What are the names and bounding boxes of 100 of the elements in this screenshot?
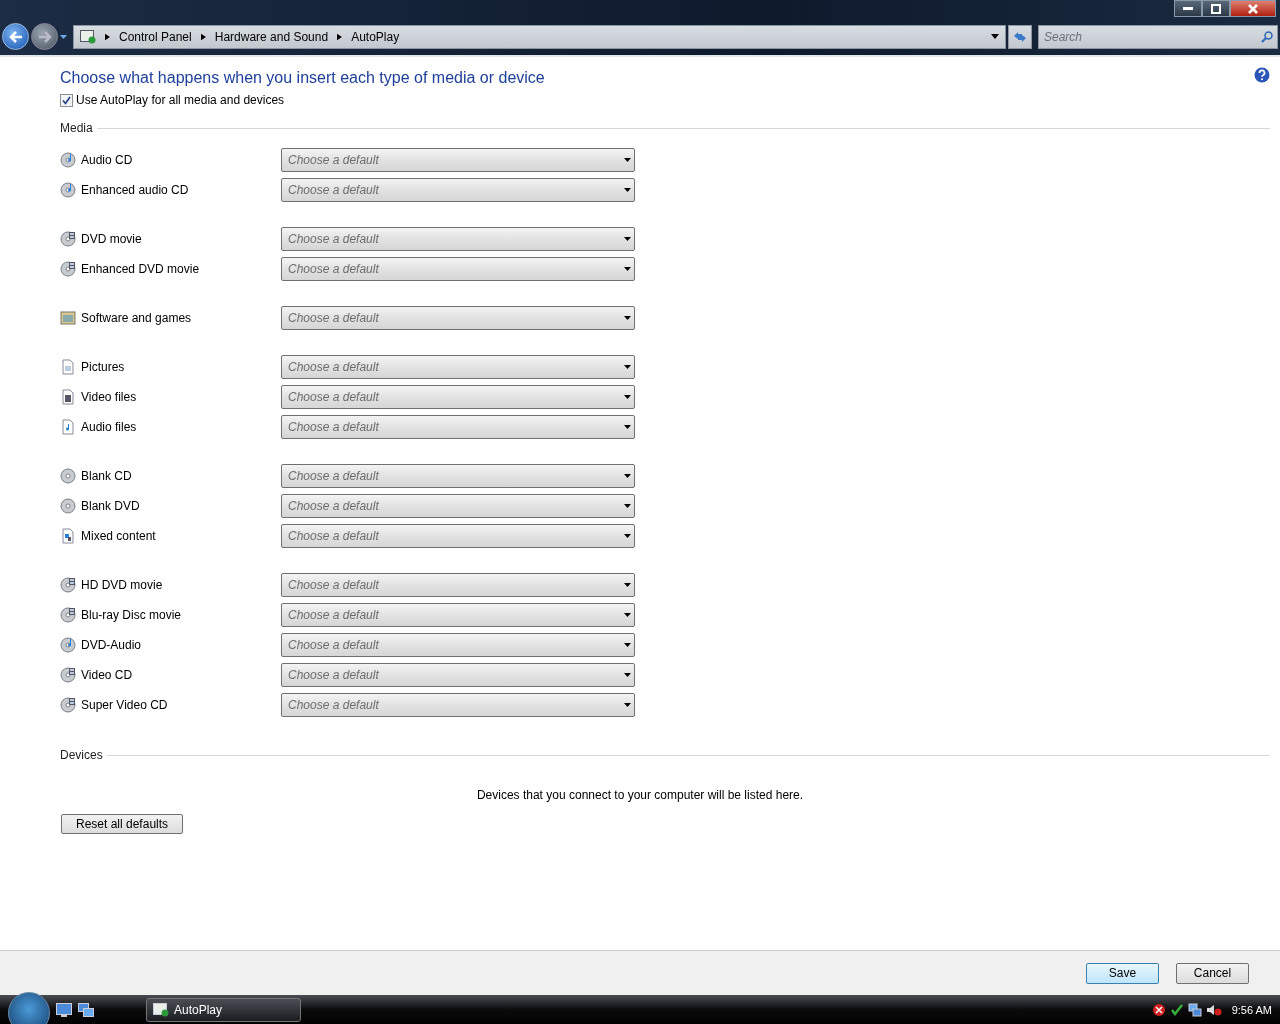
checkbox-label[interactable]: Use AutoPlay for all media and devices (76, 93, 285, 107)
network-icon[interactable] (1187, 1002, 1202, 1017)
address-bar[interactable]: Control Panel Hardware and Sound AutoPlay (73, 24, 1006, 49)
autoplay-icon (153, 1002, 169, 1017)
media-label: DVD movie (81, 232, 142, 246)
media-label: Video CD (81, 668, 133, 682)
devices-message: Devices that you connect to your computer will be listed here. (476, 788, 804, 802)
security-icon[interactable] (1151, 1002, 1166, 1017)
film-disc-icon (60, 697, 76, 713)
software-icon (60, 310, 76, 326)
help-icon[interactable] (1254, 67, 1270, 83)
music-disc-icon (60, 152, 76, 168)
caret-icon (624, 425, 631, 429)
media-label: HD DVD movie (81, 578, 163, 592)
default-dropdown[interactable]: Choose a default (281, 178, 635, 202)
caret-icon (624, 504, 631, 508)
caret-icon (624, 613, 631, 617)
default-dropdown[interactable]: Choose a default (281, 603, 635, 627)
default-dropdown[interactable]: Choose a default (281, 693, 635, 717)
desktop-icon[interactable] (56, 1002, 72, 1017)
forward-arrow-icon (37, 30, 52, 43)
film-disc-icon (60, 607, 76, 623)
chevron-icon (337, 32, 343, 41)
default-dropdown[interactable]: Choose a default (281, 663, 635, 687)
music-disc-icon (60, 637, 76, 653)
film-disc-icon (60, 231, 76, 247)
film-disc-icon (60, 261, 76, 277)
default-dropdown[interactable]: Choose a default (281, 227, 635, 251)
footer-button[interactable]: Save (1086, 962, 1159, 984)
check-icon[interactable] (1169, 1002, 1184, 1017)
default-dropdown[interactable]: Choose a default (281, 494, 635, 518)
checkmark-icon (62, 95, 71, 105)
default-dropdown[interactable]: Choose a default (281, 355, 635, 379)
media-label: Enhanced DVD movie (81, 262, 200, 276)
mixed-file-icon (60, 528, 76, 544)
chevron-icon (105, 32, 110, 41)
back-arrow-icon (8, 30, 23, 43)
caret-icon (624, 188, 631, 192)
back-button[interactable] (2, 23, 29, 50)
media-label: Audio files (81, 420, 137, 434)
caret-icon (624, 534, 631, 538)
checkbox[interactable] (60, 93, 73, 107)
default-dropdown[interactable]: Choose a default (281, 464, 635, 488)
minimize-icon (1183, 6, 1193, 11)
restore-icon (1211, 3, 1221, 14)
media-label: Enhanced audio CD (81, 183, 189, 197)
blank-disc-icon (60, 498, 76, 514)
media-label: Blank CD (81, 469, 132, 483)
forward-button[interactable] (31, 23, 58, 50)
media-label: Mixed content (81, 529, 156, 543)
default-dropdown[interactable]: Choose a default (281, 415, 635, 439)
picture-file-icon (60, 359, 76, 375)
default-dropdown[interactable]: Choose a default (281, 306, 635, 330)
breadcrumb-link[interactable]: Hardware and Sound (214, 29, 329, 44)
search-field[interactable]: Search (1038, 24, 1278, 49)
blank-disc-icon (60, 468, 76, 484)
media-label: Video files (81, 390, 137, 404)
media-label: Pictures (81, 360, 125, 374)
caret-icon (624, 395, 631, 399)
clock: 9:56 AM (1231, 1003, 1272, 1016)
default-dropdown[interactable]: Choose a default (281, 257, 635, 281)
close-icon (1248, 3, 1258, 14)
default-dropdown[interactable]: Choose a default (281, 148, 635, 172)
breadcrumb-link[interactable]: AutoPlay (351, 29, 400, 44)
refresh-button[interactable] (1008, 24, 1032, 49)
caret-icon (624, 474, 631, 478)
caret-icon (624, 673, 631, 677)
media-label: Audio CD (81, 153, 133, 167)
breadcrumb-link[interactable]: Control Panel (119, 29, 192, 44)
film-disc-icon (60, 667, 76, 683)
caret-icon (624, 237, 631, 241)
video-file-icon (60, 389, 76, 405)
section-title: Media (60, 121, 93, 135)
default-dropdown[interactable]: Choose a default (281, 385, 635, 409)
media-label: DVD-Audio (81, 638, 142, 652)
search-icon (1261, 30, 1273, 43)
default-dropdown[interactable]: Choose a default (281, 573, 635, 597)
windows-icon[interactable] (78, 1002, 94, 1017)
taskbar-button[interactable]: AutoPlay (146, 997, 301, 1022)
reset-button[interactable]: Reset all defaults (61, 814, 184, 834)
media-label: Super Video CD (81, 698, 168, 712)
footer-button[interactable]: Cancel (1176, 962, 1249, 984)
caret-icon (624, 703, 631, 707)
caret-icon[interactable] (60, 34, 67, 39)
caret-icon[interactable] (991, 34, 999, 39)
media-label: Blank DVD (81, 499, 140, 513)
page-heading: Choose what happens when you insert each type of media or device (60, 69, 545, 87)
caret-icon (624, 365, 631, 369)
muted-speaker-icon[interactable] (1205, 1002, 1222, 1017)
chevron-icon (200, 32, 206, 41)
close-button[interactable] (1230, 0, 1276, 17)
start-button[interactable] (8, 991, 50, 1024)
restore-button[interactable] (1202, 0, 1230, 17)
caret-icon (624, 643, 631, 647)
default-dropdown[interactable]: Choose a default (281, 524, 635, 548)
audio-file-icon (60, 419, 76, 435)
minimize-button[interactable] (1174, 0, 1202, 17)
default-dropdown[interactable]: Choose a default (281, 633, 635, 657)
caret-icon (624, 267, 631, 271)
caret-icon (624, 158, 631, 162)
